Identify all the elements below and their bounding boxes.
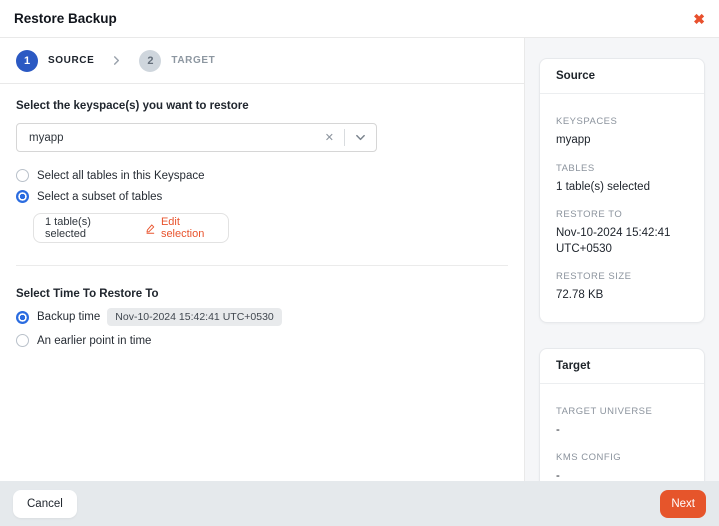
source-card-body: KEYSPACES myapp TABLES 1 table(s) select… bbox=[540, 94, 704, 322]
radio-subset-tables-label: Select a subset of tables bbox=[37, 191, 162, 203]
summary-item-label: TABLES bbox=[556, 163, 688, 174]
target-card-title: Target bbox=[540, 349, 704, 384]
summary-item-label: KEYSPACES bbox=[556, 116, 688, 127]
select-icons: ✕ bbox=[315, 124, 376, 151]
source-summary-card: Source KEYSPACES myapp TABLES 1 table(s)… bbox=[539, 58, 705, 323]
close-icon[interactable]: ✖ bbox=[693, 12, 705, 26]
target-summary-card: Target TARGET UNIVERSE - KMS CONFIG - bbox=[539, 348, 705, 481]
backup-time-badge: Nov-10-2024 15:42:41 UTC+0530 bbox=[107, 308, 281, 326]
step-2-label: TARGET bbox=[171, 55, 215, 66]
radio-circle-off[interactable] bbox=[16, 334, 29, 347]
summary-item-label: RESTORE TO bbox=[556, 209, 688, 220]
edit-selection-button[interactable]: Edit selection bbox=[145, 216, 217, 240]
summary-sidebar: Source KEYSPACES myapp TABLES 1 table(s)… bbox=[525, 38, 719, 481]
summary-item-label: KMS CONFIG bbox=[556, 452, 688, 463]
step-1-circle: 1 bbox=[16, 50, 38, 72]
restore-time-radio-group: Backup time Nov-10-2024 15:42:41 UTC+053… bbox=[16, 308, 508, 347]
keyspace-select-label: Select the keyspace(s) you want to resto… bbox=[16, 100, 508, 112]
radio-all-tables-label: Select all tables in this Keyspace bbox=[37, 170, 204, 182]
radio-earlier-point-label: An earlier point in time bbox=[37, 335, 151, 347]
modal-footer: Cancel Next bbox=[0, 481, 719, 526]
keyspace-select[interactable]: myapp ✕ bbox=[16, 123, 377, 152]
summary-item-value: myapp bbox=[556, 133, 688, 149]
summary-item-value: - bbox=[556, 469, 688, 481]
modal-title: Restore Backup bbox=[14, 11, 117, 26]
step-2-circle: 2 bbox=[139, 50, 161, 72]
main-panel: 1 SOURCE 2 TARGET Select the keyspace(s)… bbox=[0, 38, 525, 481]
target-card-body: TARGET UNIVERSE - KMS CONFIG - bbox=[540, 384, 704, 481]
summary-item-value: Nov-10-2024 15:42:41 UTC+0530 bbox=[556, 226, 688, 257]
chevron-right-icon bbox=[112, 56, 121, 65]
radio-all-tables[interactable]: Select all tables in this Keyspace bbox=[16, 169, 508, 182]
radio-circle-on[interactable] bbox=[16, 190, 29, 203]
edit-selection-label: Edit selection bbox=[161, 216, 217, 240]
source-step-content: Select the keyspace(s) you want to resto… bbox=[0, 84, 524, 481]
step-1-label: SOURCE bbox=[48, 55, 94, 66]
radio-circle-on[interactable] bbox=[16, 311, 29, 324]
modal-header: Restore Backup ✖ bbox=[0, 0, 719, 38]
radio-backup-time[interactable]: Backup time Nov-10-2024 15:42:41 UTC+053… bbox=[16, 308, 508, 326]
restore-backup-modal: Restore Backup ✖ 1 SOURCE 2 TARGET Selec… bbox=[0, 0, 719, 526]
pencil-icon bbox=[145, 222, 156, 235]
radio-subset-tables[interactable]: Select a subset of tables bbox=[16, 190, 508, 203]
source-card-title: Source bbox=[540, 59, 704, 94]
radio-backup-time-label: Backup time bbox=[37, 311, 100, 323]
cancel-button[interactable]: Cancel bbox=[13, 490, 77, 518]
next-button[interactable]: Next bbox=[660, 490, 706, 518]
summary-item-value: 72.78 KB bbox=[556, 288, 688, 304]
summary-item-label: TARGET UNIVERSE bbox=[556, 406, 688, 417]
table-scope-radio-group: Select all tables in this Keyspace Selec… bbox=[16, 169, 508, 203]
step-indicator: 1 SOURCE 2 TARGET bbox=[0, 38, 524, 84]
time-section-label: Select Time To Restore To bbox=[16, 288, 508, 300]
section-divider bbox=[16, 265, 508, 266]
summary-item-value: - bbox=[556, 423, 688, 439]
tables-selected-count: 1 table(s) selected bbox=[45, 216, 123, 240]
chevron-down-icon[interactable] bbox=[345, 132, 376, 143]
table-selection-summary: 1 table(s) selected Edit selection bbox=[33, 213, 229, 243]
radio-circle-off[interactable] bbox=[16, 169, 29, 182]
radio-earlier-point[interactable]: An earlier point in time bbox=[16, 334, 508, 347]
clear-icon[interactable]: ✕ bbox=[315, 131, 344, 144]
keyspace-select-value: myapp bbox=[17, 132, 64, 144]
modal-body: 1 SOURCE 2 TARGET Select the keyspace(s)… bbox=[0, 38, 719, 481]
summary-item-label: RESTORE SIZE bbox=[556, 271, 688, 282]
summary-item-value: 1 table(s) selected bbox=[556, 180, 688, 196]
